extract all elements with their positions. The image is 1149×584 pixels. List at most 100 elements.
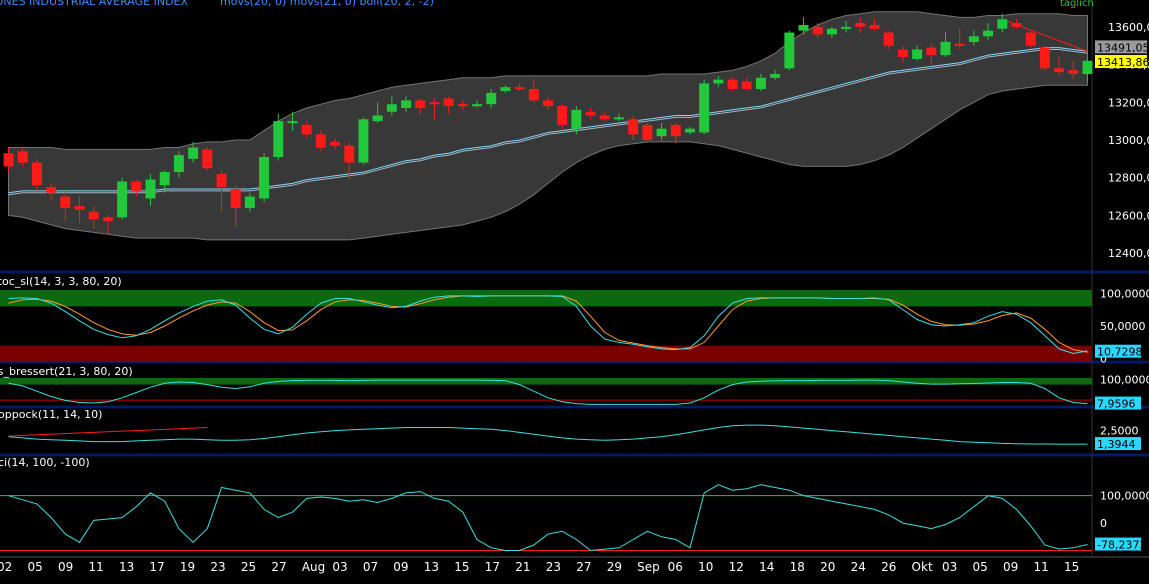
candle-body xyxy=(443,98,454,107)
price-tick-label: 12400,00 xyxy=(1108,247,1149,260)
panel-header-band-4 xyxy=(0,455,1149,471)
price-tick-label: 13600,00 xyxy=(1108,21,1149,34)
x-axis-label: 12 xyxy=(729,560,744,574)
candle-body xyxy=(897,49,908,58)
coppock-value-tag: 1,3944 xyxy=(1097,438,1136,451)
candle-body xyxy=(244,196,255,208)
candle-body xyxy=(273,121,284,157)
candle-body xyxy=(145,179,156,199)
candle-body xyxy=(614,117,624,120)
candle-body xyxy=(188,147,199,159)
candle-body xyxy=(1054,68,1065,73)
x-axis-label: 20 xyxy=(820,560,835,574)
x-axis-label: 19 xyxy=(180,560,195,574)
candle-body xyxy=(287,121,298,124)
candle-body xyxy=(1068,70,1079,74)
cci-value-tag: -78,2372 xyxy=(1097,539,1146,552)
candle-body xyxy=(940,41,951,56)
chart-svg: 12400,00 12600,00 12800,00 13000,00 13200,00… xyxy=(0,0,1149,580)
price-tick-label: 13200,00 xyxy=(1108,96,1149,109)
candle-body xyxy=(855,23,866,27)
candle-body xyxy=(869,24,880,29)
candle-body xyxy=(415,100,426,108)
stoch-tick-label: 100,0000 xyxy=(1100,287,1149,300)
candle-body xyxy=(784,32,795,69)
candle-body xyxy=(684,128,695,133)
candle-body xyxy=(1025,32,1036,46)
x-axis-label: 27 xyxy=(576,560,591,574)
candle-body xyxy=(727,79,738,90)
candle-body xyxy=(202,149,213,169)
candle-body xyxy=(330,141,341,146)
x-axis-label: 09 xyxy=(58,560,73,574)
candle-body xyxy=(401,100,412,108)
x-axis-label: 14 xyxy=(759,560,774,574)
stoch-tick-label: 50,0000 xyxy=(1100,320,1146,333)
candle-body xyxy=(17,151,28,163)
candle-body xyxy=(699,83,710,133)
bressert-value-tag: 7,9596 xyxy=(1097,398,1136,411)
candle-body xyxy=(912,49,923,59)
candle-body xyxy=(358,119,369,163)
candle-body xyxy=(88,211,99,220)
candle-body xyxy=(954,43,965,46)
candle-body xyxy=(372,115,383,122)
candle-body xyxy=(926,47,937,56)
candle-body xyxy=(31,162,42,186)
x-axis-label: 21 xyxy=(515,560,530,574)
candle-body xyxy=(528,89,539,101)
candle-body xyxy=(344,145,355,163)
candle-body xyxy=(429,102,440,105)
x-axis-label: 25 xyxy=(241,560,256,574)
candle-body xyxy=(457,104,468,107)
x-axis-label: Sep xyxy=(637,560,660,574)
x-axis-label: 02 xyxy=(0,560,12,574)
candle-body xyxy=(826,28,837,35)
candle-body xyxy=(571,109,582,129)
prev-price-tag: 13491,05 xyxy=(1097,41,1149,54)
candle-body xyxy=(543,100,553,107)
candle-body xyxy=(670,124,681,137)
x-axis-label: 11 xyxy=(1033,560,1048,574)
chart-window: 12400,00 12600,00 12800,00 13000,00 13200,00… xyxy=(0,0,1149,580)
last-price-tag: 13413,86 xyxy=(1097,56,1149,69)
candle-body xyxy=(60,196,71,208)
candle-body xyxy=(46,187,57,193)
candle-body xyxy=(230,189,241,208)
candle-body xyxy=(983,30,994,37)
candle-body xyxy=(642,124,653,140)
stoch-value-tag: 10,7298 xyxy=(1097,346,1143,359)
x-axis-label: 18 xyxy=(790,560,805,574)
candle-body xyxy=(315,134,326,148)
x-axis-label: 13 xyxy=(119,560,134,574)
panel-header-band-1 xyxy=(0,272,1149,290)
stoch-title: stoc_sl(14, 3, 3, 80, 20) xyxy=(0,275,122,288)
cci-title: cci(14, 100, -100) xyxy=(0,456,90,469)
candle-body xyxy=(628,119,639,135)
x-axis-label: 23 xyxy=(546,560,561,574)
x-axis-label: 24 xyxy=(851,560,866,574)
x-axis-label: 10 xyxy=(698,560,713,574)
cci-tick-label: 100,0000 xyxy=(1100,490,1149,503)
x-axis-label: 03 xyxy=(942,560,957,574)
stoch-overbought-zone xyxy=(0,290,1092,307)
x-axis-label: 05 xyxy=(973,560,988,574)
chart-title: DOW JONES INDUSTRIAL AVERAGE INDEX xyxy=(0,0,188,8)
x-axis-label: 15 xyxy=(1064,560,1079,574)
candle-body xyxy=(557,106,568,125)
candle-body xyxy=(741,81,752,90)
candle-body xyxy=(1082,60,1093,74)
x-axis-label: 09 xyxy=(393,560,408,574)
x-axis-label: Okt xyxy=(912,560,933,574)
panel-header-band-3 xyxy=(0,407,1149,422)
candle-body xyxy=(770,74,781,78)
candle-body xyxy=(472,104,482,107)
candle-body xyxy=(500,87,511,91)
candle-body xyxy=(216,173,227,188)
candle-body xyxy=(713,79,724,84)
coppock-tick-label: 2,5000 xyxy=(1100,425,1139,438)
candle-body xyxy=(798,24,809,31)
candle-body xyxy=(159,172,170,186)
cci-line xyxy=(8,484,1088,552)
coppock-title: coppock(11, 14, 10) xyxy=(0,408,102,421)
